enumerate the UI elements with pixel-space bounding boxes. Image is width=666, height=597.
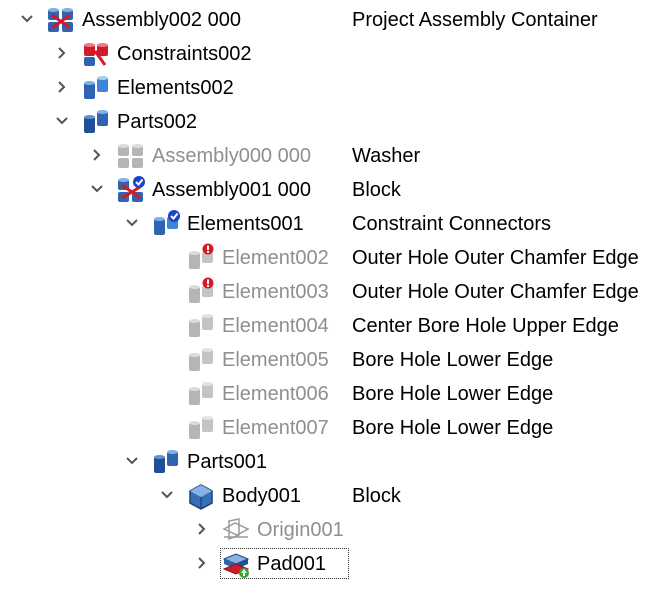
tree-item-label: Parts002 <box>117 111 198 133</box>
assembly-grey-icon <box>118 144 143 168</box>
tree-item-label: Body001 <box>222 485 301 507</box>
origin-icon <box>222 518 250 541</box>
element-icon <box>189 382 213 405</box>
tree-view: Assembly002 000 Project Assembly Contain… <box>0 3 666 581</box>
body-icon <box>189 484 213 510</box>
chevron-right-icon[interactable] <box>195 521 209 537</box>
chevron-right-icon[interactable] <box>195 555 209 571</box>
tree-item-description: Outer Hole Outer Chamfer Edge <box>352 281 639 303</box>
tree-item-label: Origin001 <box>257 519 344 541</box>
tree-row-body001[interactable]: Body001 Block <box>0 479 666 513</box>
tree-row-pad001[interactable]: Pad001 <box>0 547 666 581</box>
tree-item-label: Assembly002 000 <box>82 9 241 31</box>
tree-item-description: Bore Hole Lower Edge <box>352 417 554 439</box>
tree-item-description: Bore Hole Lower Edge <box>352 349 554 371</box>
constraints-icon <box>84 43 108 66</box>
tree-item-description: Bore Hole Lower Edge <box>352 383 554 405</box>
tree-row-element005[interactable]: Element005 Bore Hole Lower Edge <box>0 343 666 377</box>
tree-row-assembly000[interactable]: Assembly000 000 Washer <box>0 139 666 173</box>
tree-item-label: Element004 <box>222 315 329 337</box>
tree-row-assembly001[interactable]: Assembly001 000 Block <box>0 173 666 207</box>
tree-row-constraints002[interactable]: Constraints002 <box>0 37 666 71</box>
tree-item-description: Block <box>352 179 401 201</box>
chevron-down-icon[interactable] <box>125 215 139 231</box>
pad-icon <box>222 553 250 578</box>
tree-row-elements001[interactable]: Elements001 Constraint Connectors <box>0 207 666 241</box>
tree-row-assembly002[interactable]: Assembly002 000 Project Assembly Contain… <box>0 3 666 37</box>
tree-row-element004[interactable]: Element004 Center Bore Hole Upper Edge <box>0 309 666 343</box>
tree-item-description: Project Assembly Container <box>352 9 598 31</box>
chevron-down-icon[interactable] <box>125 453 139 469</box>
parts-icon <box>84 110 108 133</box>
tree-item-label: Pad001 <box>257 553 326 575</box>
assembly-check-icon <box>118 176 145 202</box>
chevron-right-icon[interactable] <box>55 79 69 95</box>
chevron-down-icon[interactable] <box>160 487 174 503</box>
tree-item-label: Elements002 <box>117 77 234 99</box>
tree-item-label: Element005 <box>222 349 329 371</box>
assembly-icon <box>48 8 73 32</box>
chevron-down-icon[interactable] <box>90 181 104 197</box>
chevron-right-icon[interactable] <box>90 147 104 163</box>
tree-item-label: Element007 <box>222 417 329 439</box>
tree-row-parts002[interactable]: Parts002 <box>0 105 666 139</box>
tree-item-description: Block <box>352 485 401 507</box>
element-icon <box>189 416 213 439</box>
tree-item-label: Assembly001 000 <box>152 179 311 201</box>
tree-item-description: Washer <box>352 145 421 167</box>
tree-item-label: Element003 <box>222 281 329 303</box>
tree-item-label: Elements001 <box>187 213 304 235</box>
tree-item-description: Constraint Connectors <box>352 213 551 235</box>
tree-row-elements002[interactable]: Elements002 <box>0 71 666 105</box>
elements-check-icon <box>154 210 180 235</box>
tree-item-description: Center Bore Hole Upper Edge <box>352 315 619 337</box>
tree-row-element002[interactable]: Element002 Outer Hole Outer Chamfer Edge <box>0 241 666 275</box>
tree-item-label: Element006 <box>222 383 329 405</box>
element-error-icon <box>189 243 214 269</box>
chevron-down-icon[interactable] <box>20 11 34 27</box>
tree-row-element003[interactable]: Element003 Outer Hole Outer Chamfer Edge <box>0 275 666 309</box>
tree-row-parts001[interactable]: Parts001 <box>0 445 666 479</box>
element-error-icon <box>189 277 214 303</box>
chevron-down-icon[interactable] <box>55 113 69 129</box>
tree-item-label: Assembly000 000 <box>152 145 311 167</box>
tree-item-label: Element002 <box>222 247 329 269</box>
chevron-right-icon[interactable] <box>55 45 69 61</box>
tree-row-element006[interactable]: Element006 Bore Hole Lower Edge <box>0 377 666 411</box>
elements-icon <box>84 76 108 99</box>
tree-item-description: Outer Hole Outer Chamfer Edge <box>352 247 639 269</box>
tree-row-element007[interactable]: Element007 Bore Hole Lower Edge <box>0 411 666 445</box>
element-icon <box>189 314 213 337</box>
element-icon <box>189 348 213 371</box>
parts-icon <box>154 450 178 473</box>
tree-row-origin001[interactable]: Origin001 <box>0 513 666 547</box>
tree-item-label: Constraints002 <box>117 43 252 65</box>
tree-item-label: Parts001 <box>187 451 268 473</box>
